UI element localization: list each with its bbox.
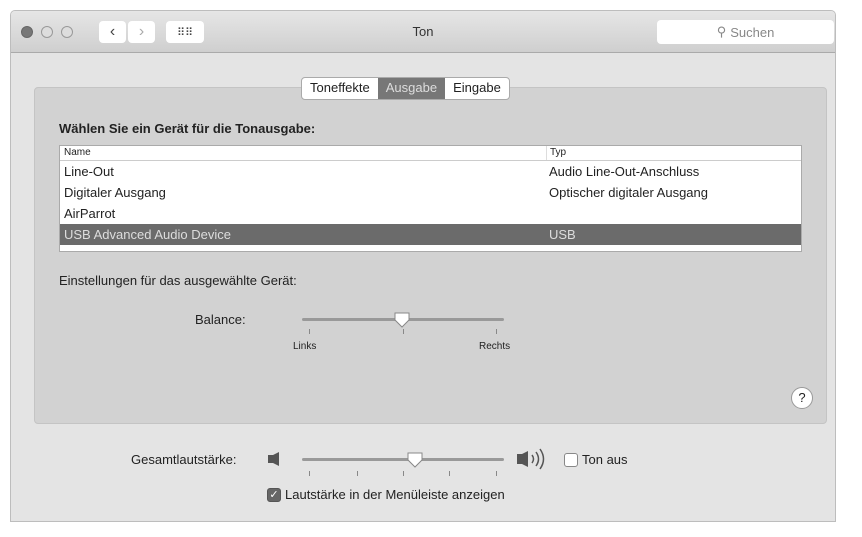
search-field[interactable]: ⚲ Suchen xyxy=(657,20,834,44)
volume-label: Gesamtlautstärke: xyxy=(131,452,237,467)
tab-ausgabe[interactable]: Ausgabe xyxy=(377,78,446,99)
tick xyxy=(309,329,310,334)
tab-toneffekte[interactable]: Toneffekte xyxy=(302,78,378,99)
help-button[interactable]: ? xyxy=(791,387,813,409)
show-in-menubar-checkbox[interactable]: ✓ xyxy=(267,488,281,502)
speaker-high-icon xyxy=(517,448,545,470)
title-bar: ‹ › ⠿⠿ Ton ⚲ Suchen xyxy=(11,11,835,53)
output-panel xyxy=(34,87,827,424)
balance-thumb[interactable] xyxy=(393,311,411,329)
tick xyxy=(357,471,358,476)
tick xyxy=(403,329,404,334)
volume-thumb[interactable] xyxy=(406,451,424,469)
volume-track xyxy=(302,458,504,461)
search-placeholder: Suchen xyxy=(730,24,775,40)
tick xyxy=(496,329,497,334)
device-name: USB Advanced Audio Device xyxy=(64,227,231,242)
settings-label: Einstellungen für das ausgewählte Gerät: xyxy=(59,273,297,288)
tick xyxy=(449,471,450,476)
tick xyxy=(496,471,497,476)
device-type: Audio Line-Out-Anschluss xyxy=(549,164,700,179)
search-icon: ⚲ xyxy=(716,24,727,39)
balance-left-label: Links xyxy=(293,341,317,352)
device-type: USB xyxy=(549,227,576,242)
show-in-menubar-label: Lautstärke in der Menüleiste anzeigen xyxy=(285,487,505,502)
balance-right-label: Rechts xyxy=(479,341,511,352)
output-heading: Wählen Sie ein Gerät für die Tonausgabe: xyxy=(59,121,316,136)
table-header: Name Typ xyxy=(60,146,801,161)
tick xyxy=(309,471,310,476)
sound-preferences-window: ‹ › ⠿⠿ Ton ⚲ Suchen Toneffekte Ausgabe Ei… xyxy=(10,10,836,522)
table-row[interactable]: Digitaler Ausgang Optischer digitaler Aus… xyxy=(60,182,801,203)
table-row[interactable]: Line-Out Audio Line-Out-Anschluss xyxy=(60,161,801,182)
column-type[interactable]: Typ xyxy=(546,146,801,160)
device-table: Name Typ Line-Out Audio Line-Out-Anschlus… xyxy=(59,145,802,252)
device-name: Line-Out xyxy=(64,164,114,179)
column-name[interactable]: Name xyxy=(60,146,546,160)
device-name: Digitaler Ausgang xyxy=(64,185,166,200)
table-row[interactable]: AirParrot xyxy=(60,203,801,224)
mute-checkbox[interactable] xyxy=(564,453,578,467)
balance-label: Balance: xyxy=(195,312,246,327)
mute-label: Ton aus xyxy=(582,452,628,467)
tab-bar: Toneffekte Ausgabe Eingabe xyxy=(301,77,510,100)
tab-eingabe[interactable]: Eingabe xyxy=(445,78,509,99)
speaker-low-icon xyxy=(268,452,279,466)
tick xyxy=(403,471,404,476)
device-name: AirParrot xyxy=(64,206,116,221)
device-type: Optischer digitaler Ausgang xyxy=(549,185,708,200)
table-row-selected[interactable]: USB Advanced Audio Device USB xyxy=(60,224,801,245)
